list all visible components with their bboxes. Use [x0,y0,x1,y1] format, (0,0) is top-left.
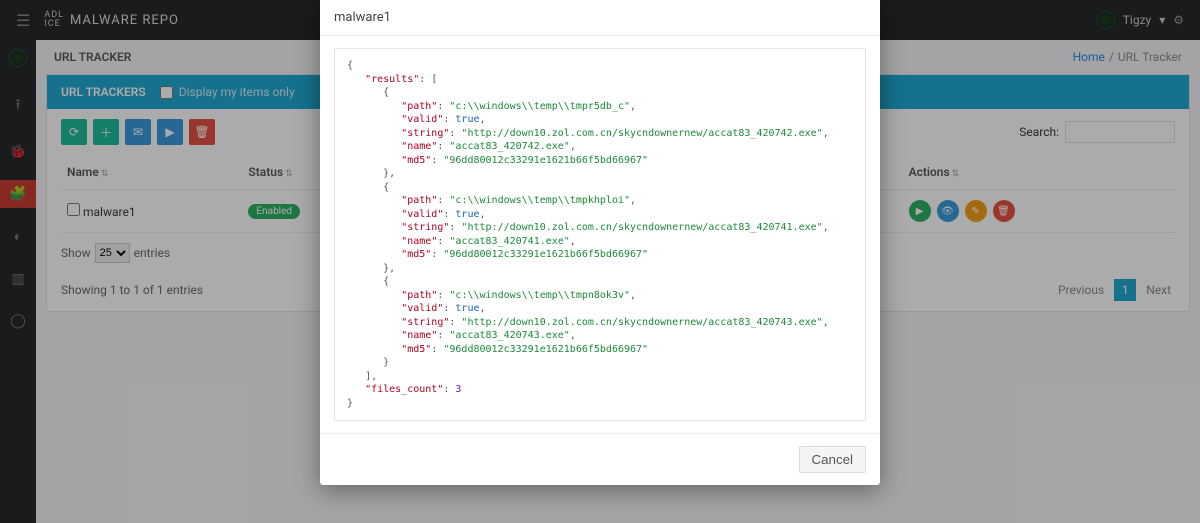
modal-overlay[interactable]: malware1 { "results": [ { "path": "c:\\w… [0,0,1200,523]
modal-cancel-button[interactable]: Cancel [799,446,867,473]
modal-title: malware1 [320,0,880,36]
results-modal: malware1 { "results": [ { "path": "c:\\w… [320,0,880,485]
json-results-box: { "results": [ { "path": "c:\\windows\\t… [334,48,866,421]
